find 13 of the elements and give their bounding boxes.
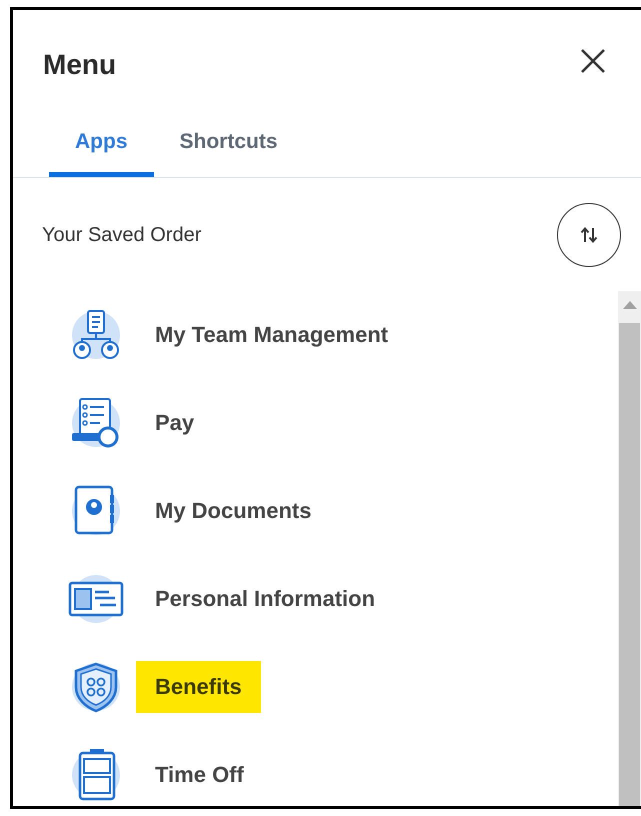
app-link[interactable]: My Team Management: [136, 309, 408, 361]
menu-title: Menu: [43, 49, 116, 81]
app-link[interactable]: My Documents: [136, 485, 330, 537]
close-icon[interactable]: [580, 48, 606, 74]
app-link[interactable]: Pay: [136, 397, 214, 449]
section-title: Your Saved Order: [42, 224, 202, 246]
app-link[interactable]: Benefits: [136, 661, 261, 713]
app-link[interactable]: Personal Information: [136, 573, 394, 625]
tab[interactable]: Shortcuts: [154, 120, 304, 177]
tab[interactable]: Apps: [49, 120, 154, 177]
sort-icon: [580, 226, 598, 244]
scroll-up-icon[interactable]: [622, 301, 636, 309]
app-link[interactable]: Time Off: [136, 749, 263, 801]
